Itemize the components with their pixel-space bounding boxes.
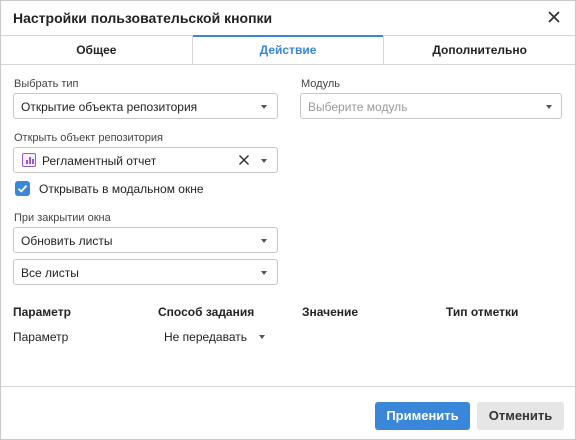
col-header-param: Параметр xyxy=(13,305,71,319)
param-name-cell: Параметр xyxy=(13,330,69,344)
chevron-down-icon xyxy=(259,335,265,339)
module-select[interactable]: Выберите модуль xyxy=(300,93,562,119)
type-select-value: Открытие объекта репозитория xyxy=(21,100,198,114)
repo-select-value: Регламентный отчет xyxy=(42,154,157,168)
clear-icon[interactable] xyxy=(238,154,250,166)
cancel-button[interactable]: Отменить xyxy=(477,402,564,430)
param-method-value: Не передавать xyxy=(164,330,248,344)
sheets-select-value: Все листы xyxy=(21,266,79,280)
close-icon[interactable] xyxy=(544,7,564,27)
type-select[interactable]: Открытие объекта репозитория xyxy=(13,93,278,119)
col-header-mark-type: Тип отметки xyxy=(446,305,519,319)
chevron-down-icon xyxy=(261,239,267,243)
apply-button[interactable]: Применить xyxy=(375,402,470,430)
on-close-label: При закрытии окна xyxy=(14,212,111,224)
on-close-select[interactable]: Обновить листы xyxy=(13,227,278,253)
type-label: Выбрать тип xyxy=(14,78,79,90)
sheets-select[interactable]: Все листы xyxy=(13,259,278,285)
tab-additional[interactable]: Дополнительно xyxy=(383,36,575,64)
repo-select[interactable]: Регламентный отчет xyxy=(13,147,278,173)
tab-general[interactable]: Общее xyxy=(1,36,192,64)
settings-dialog: Настройки пользовательской кнопки Общее … xyxy=(0,0,576,440)
dialog-header: Настройки пользовательской кнопки xyxy=(1,1,575,35)
report-icon xyxy=(22,153,36,167)
module-label: Модуль xyxy=(301,78,340,90)
module-select-placeholder: Выберите модуль xyxy=(308,100,408,114)
param-method-select[interactable]: Не передавать xyxy=(164,330,269,344)
chevron-down-icon xyxy=(546,105,552,109)
modal-checkbox-label: Открывать в модальном окне xyxy=(39,182,204,196)
chevron-down-icon xyxy=(261,105,267,109)
dialog-footer: Применить Отменить xyxy=(1,386,575,440)
tab-action[interactable]: Действие xyxy=(191,35,384,64)
dialog-title: Настройки пользовательской кнопки xyxy=(13,10,273,26)
on-close-select-value: Обновить листы xyxy=(21,234,113,248)
col-header-value: Значение xyxy=(302,305,359,319)
tab-bar: Общее Действие Дополнительно xyxy=(1,35,575,65)
chevron-down-icon xyxy=(261,271,267,275)
repo-label: Открыть объект репозитория xyxy=(14,132,163,144)
modal-checkbox[interactable] xyxy=(15,181,30,196)
col-header-method: Способ задания xyxy=(158,305,255,319)
chevron-down-icon xyxy=(261,159,267,163)
